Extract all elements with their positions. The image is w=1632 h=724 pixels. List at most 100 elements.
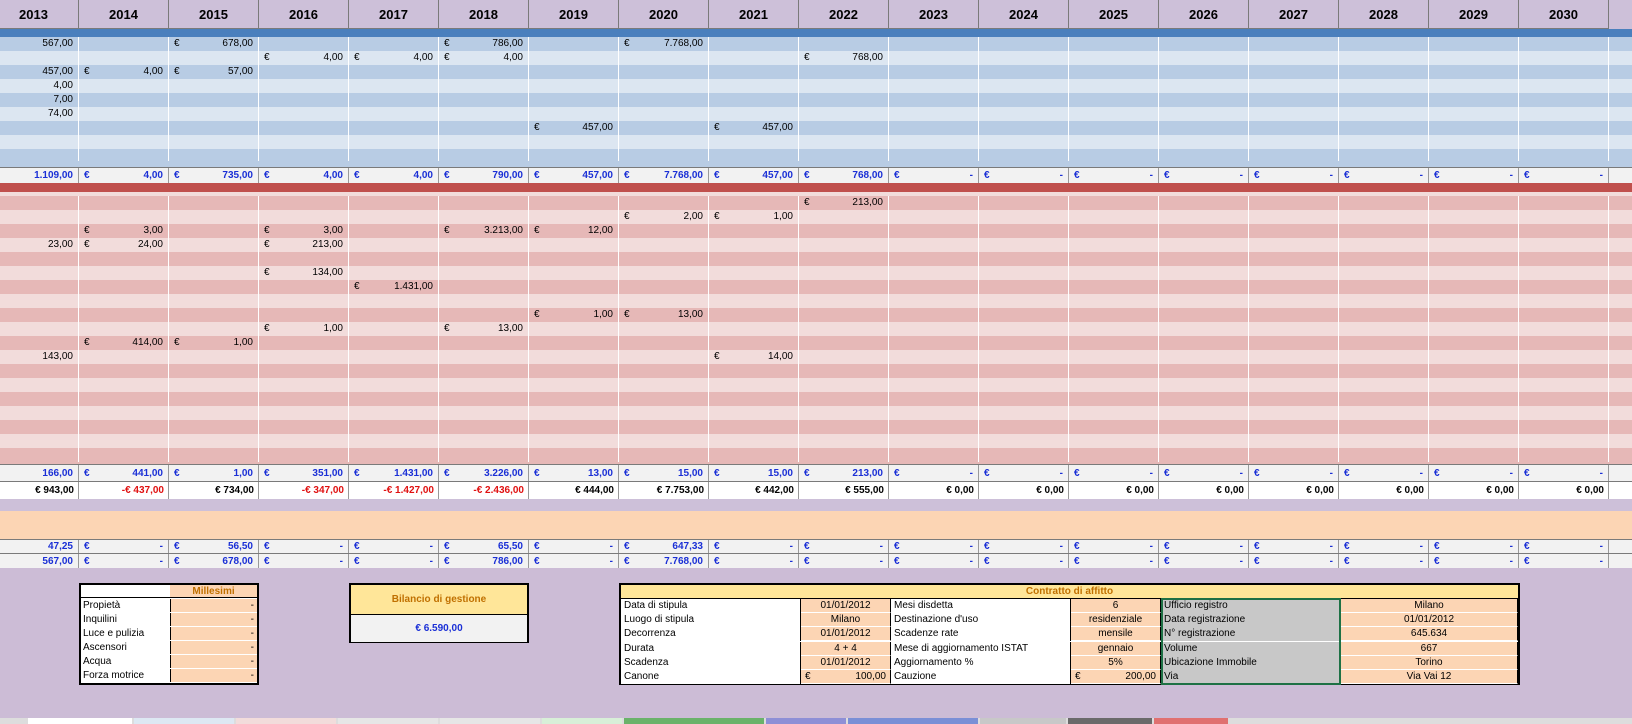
total-cell[interactable]: 567,00 [0,554,79,568]
grid-cell[interactable] [1069,51,1159,65]
contratto-value[interactable]: 01/01/2012 [801,655,891,670]
grid-cell[interactable]: €13,00 [619,308,709,322]
grid-cell[interactable] [799,434,889,448]
grid-cell[interactable] [1429,37,1519,51]
grid-cell[interactable] [349,364,439,378]
total-cell[interactable]: €15,00 [619,465,709,481]
grid-cell[interactable] [799,135,889,149]
grid-cell[interactable] [889,51,979,65]
grid-cell[interactable] [1069,93,1159,107]
contratto-value[interactable]: gennaio [1071,641,1161,656]
grid-cell[interactable] [259,65,349,79]
total-cell[interactable]: € - [1159,540,1249,553]
grid-cell[interactable] [1159,420,1249,434]
grid-cell[interactable] [0,448,79,462]
grid-cell[interactable] [349,448,439,462]
grid-cell[interactable] [1069,107,1159,121]
grid-cell[interactable] [1159,434,1249,448]
grid-cell[interactable] [259,37,349,51]
sheet-tab[interactable] [28,718,132,724]
grid-cell[interactable] [619,448,709,462]
grid-cell[interactable]: €13,00 [439,322,529,336]
total-cell[interactable]: € - [1519,540,1609,553]
grid-cell[interactable] [1249,238,1339,252]
grid-cell[interactable] [1069,308,1159,322]
grid-cell[interactable] [349,420,439,434]
grid-cell[interactable] [0,294,79,308]
grid-cell[interactable] [529,252,619,266]
grid-cell[interactable] [439,406,529,420]
contratto-value[interactable]: Milano [1341,599,1518,613]
grid-cell[interactable] [259,107,349,121]
grid-cell[interactable] [349,336,439,350]
grid-cell[interactable] [169,434,259,448]
grid-cell[interactable] [709,420,799,434]
grid-cell[interactable] [1159,65,1249,79]
grid-cell[interactable]: €457,00 [529,121,619,135]
grid-cell[interactable] [979,135,1069,149]
grid-cell[interactable] [1519,51,1609,65]
grid-cell[interactable] [1339,135,1429,149]
total-cell[interactable]: € - [1249,554,1339,568]
grid-cell[interactable] [1519,196,1609,210]
total-cell[interactable]: €65,50 [439,540,529,553]
contratto-value[interactable]: 667 [1341,641,1518,656]
grid-cell[interactable] [619,350,709,364]
grid-cell[interactable] [1159,266,1249,280]
grid-cell[interactable] [1069,210,1159,224]
grid-cell[interactable] [1519,210,1609,224]
grid-cell[interactable] [1519,224,1609,238]
grid-cell[interactable] [1069,336,1159,350]
grid-cell[interactable] [1249,378,1339,392]
grid-cell[interactable] [1249,37,1339,51]
grid-cell[interactable] [79,252,169,266]
grid-cell[interactable] [1069,135,1159,149]
balance-cell[interactable]: € 0,00 [1429,482,1519,499]
grid-cell[interactable]: 143,00 [0,350,79,364]
grid-cell[interactable] [799,406,889,420]
grid-cell[interactable] [79,392,169,406]
grid-cell[interactable] [889,266,979,280]
grid-cell[interactable] [529,420,619,434]
grid-cell[interactable] [1249,121,1339,135]
grid-cell[interactable] [259,93,349,107]
grid-cell[interactable] [979,37,1069,51]
total-cell[interactable]: €7.768,00 [619,168,709,183]
grid-cell[interactable] [1339,322,1429,336]
grid-cell[interactable] [169,238,259,252]
year-header-cell[interactable]: 2022 [799,0,889,29]
grid-cell[interactable] [259,294,349,308]
grid-cell[interactable] [1159,322,1249,336]
grid-cell[interactable] [79,364,169,378]
grid-cell[interactable] [1159,121,1249,135]
contratto-value[interactable]: 4 + 4 [801,641,891,656]
grid-cell[interactable] [979,51,1069,65]
grid-cell[interactable] [1429,350,1519,364]
grid-cell[interactable] [709,37,799,51]
grid-cell[interactable] [1519,308,1609,322]
total-cell[interactable]: € - [889,540,979,553]
grid-cell[interactable] [1339,93,1429,107]
grid-cell[interactable] [709,294,799,308]
grid-cell[interactable] [529,65,619,79]
grid-cell[interactable] [529,364,619,378]
grid-cell[interactable] [619,79,709,93]
grid-cell[interactable] [619,336,709,350]
grid-cell[interactable] [709,392,799,406]
sheet-tab[interactable] [338,718,438,724]
grid-cell[interactable] [1249,280,1339,294]
grid-cell[interactable] [1429,266,1519,280]
grid-cell[interactable] [1159,406,1249,420]
grid-cell[interactable] [349,392,439,406]
grid-cell[interactable]: €2,00 [619,210,709,224]
grid-cell[interactable] [1069,238,1159,252]
grid-cell[interactable]: 457,00 [0,65,79,79]
total-cell[interactable]: € - [709,554,799,568]
grid-cell[interactable] [529,336,619,350]
grid-cell[interactable] [349,406,439,420]
grid-cell[interactable] [169,79,259,93]
grid-cell[interactable] [1429,336,1519,350]
grid-cell[interactable] [889,238,979,252]
grid-cell[interactable] [1519,406,1609,420]
grid-cell[interactable] [709,434,799,448]
